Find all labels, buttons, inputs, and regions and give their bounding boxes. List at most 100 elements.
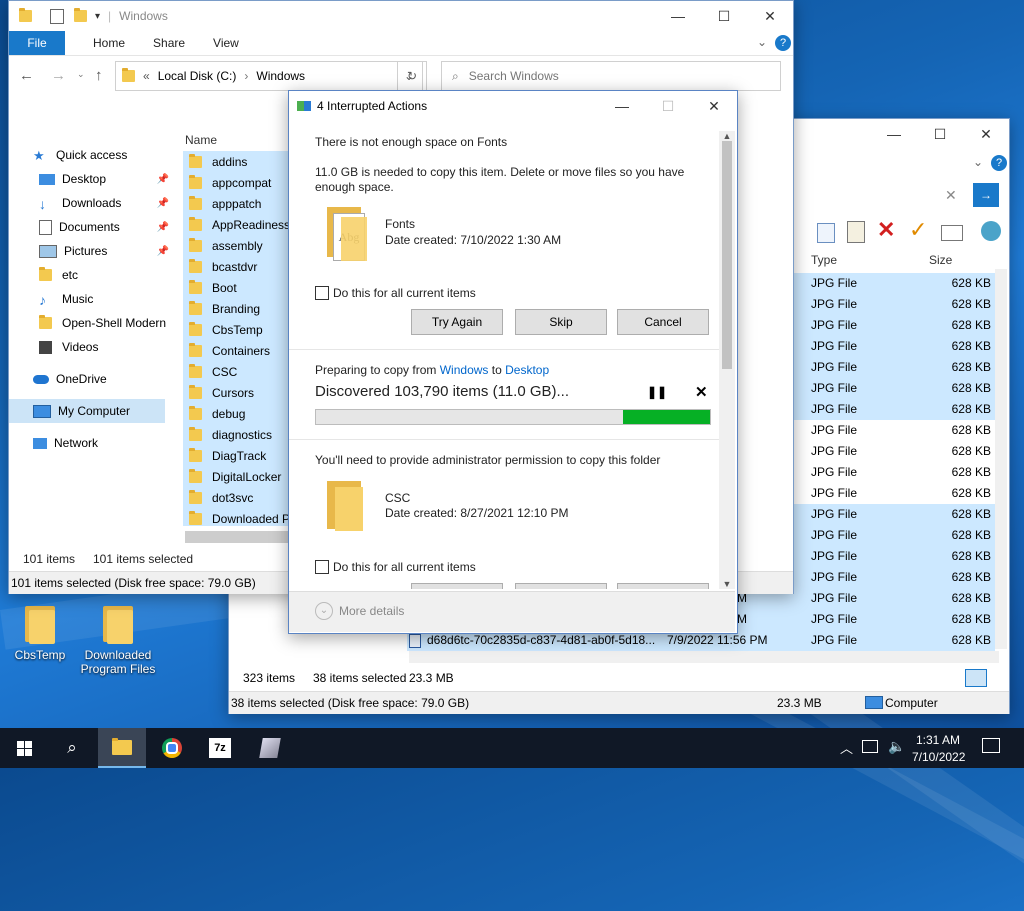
go-arrow-button[interactable]: → — [973, 183, 999, 207]
pause-button[interactable]: ❚❚ — [647, 385, 667, 399]
expand-icon[interactable]: ⌄ — [315, 602, 333, 620]
breadcrumb-prefix[interactable]: « — [143, 69, 150, 83]
scrollbar-thumb[interactable] — [722, 141, 732, 369]
nav-network[interactable]: Network — [9, 431, 179, 455]
help-icon[interactable]: ? — [775, 35, 791, 51]
breadcrumb-local-disk[interactable]: Local Disk (C:) — [158, 69, 237, 83]
help-icon[interactable]: ? — [991, 155, 1007, 171]
back-button[interactable]: ← — [19, 67, 34, 84]
qa-dropdown-icon[interactable]: ▾ — [95, 11, 100, 22]
taskbar-chrome[interactable] — [148, 728, 196, 768]
desktop-icon-cbstemp[interactable]: CbsTemp — [0, 604, 80, 662]
nav-my-computer[interactable]: My Computer — [9, 399, 165, 423]
check-icon[interactable]: ✓ — [909, 217, 927, 243]
start-button[interactable] — [0, 728, 48, 768]
scrollbar-horizontal[interactable] — [185, 531, 289, 543]
tab-home[interactable]: Home — [79, 31, 139, 55]
stop-button[interactable]: ✕ — [695, 383, 708, 401]
close-button[interactable]: ✕ — [691, 91, 737, 121]
copy-icon — [297, 101, 311, 111]
taskbar-7zip[interactable]: 7z — [196, 728, 244, 768]
copy-icon[interactable] — [817, 223, 835, 243]
taskbar-app[interactable] — [246, 728, 294, 768]
forward-button[interactable]: → — [51, 67, 66, 84]
scroll-down-icon[interactable]: ▼ — [719, 579, 735, 589]
new-folder-icon[interactable] — [74, 8, 87, 22]
close-button[interactable]: ✕ — [747, 1, 793, 31]
rename-icon[interactable] — [941, 225, 963, 241]
folder-icon — [112, 737, 132, 755]
nav-documents[interactable]: Documents 📌 — [9, 215, 179, 239]
breadcrumb-windows[interactable]: Windows — [256, 69, 305, 83]
minimize-button[interactable]: — — [655, 1, 701, 31]
recent-dropdown-icon[interactable]: ⌄ — [77, 69, 85, 80]
do-for-all-label[interactable]: Do this for all current items — [333, 286, 476, 300]
qa-properties-icon[interactable] — [50, 8, 64, 24]
scrollbar-vertical[interactable] — [995, 269, 1007, 649]
more-details-link[interactable]: More details — [339, 604, 404, 618]
paste-icon[interactable] — [847, 221, 865, 243]
nav-onedrive[interactable]: OneDrive — [9, 367, 179, 391]
taskbar-file-explorer[interactable] — [98, 728, 146, 768]
interrupted-actions-dialog[interactable]: 4 Interrupted Actions — ☐ ✕ There is not… — [288, 90, 738, 634]
column-header-size[interactable]: Size — [929, 253, 952, 267]
shell-icon[interactable] — [981, 221, 1001, 241]
nav-videos[interactable]: Videos — [9, 335, 179, 359]
details-view-button[interactable] — [965, 669, 987, 687]
search-icon: ⌕ — [452, 68, 459, 83]
nav-music[interactable]: ♪ Music — [9, 287, 179, 311]
nav-quick-access[interactable]: ★ Quick access — [9, 143, 179, 167]
search-button[interactable]: ⌕ — [48, 728, 96, 768]
do-for-all-checkbox[interactable] — [315, 286, 329, 300]
refresh-button[interactable]: ↻ — [397, 61, 427, 91]
progress-fill — [623, 410, 710, 424]
maximize-button[interactable]: ☐ — [645, 91, 691, 121]
scrollbar-horizontal[interactable] — [409, 651, 999, 663]
dialog-footer: ⌄ More details — [289, 591, 735, 632]
nav-etc[interactable]: etc — [9, 263, 179, 287]
notification-icon[interactable] — [982, 738, 1000, 753]
status-items: 323 items — [243, 671, 296, 685]
scroll-up-icon[interactable]: ▲ — [719, 131, 735, 141]
volume-tray-icon[interactable]: 🔈 — [888, 738, 905, 755]
tab-share[interactable]: Share — [139, 31, 199, 55]
up-button[interactable]: ↑ — [95, 67, 103, 84]
nav-pictures[interactable]: Pictures 📌 — [9, 239, 179, 263]
do-for-all-checkbox-2[interactable] — [315, 560, 329, 574]
desktop-icon-downloaded-program-files[interactable]: Downloaded Program Files — [78, 604, 158, 676]
close-button[interactable]: ✕ — [963, 119, 1009, 149]
do-for-all-label-2[interactable]: Do this for all current items — [333, 560, 476, 574]
document-icon — [39, 219, 52, 235]
tray-chevron-icon[interactable]: ︿ — [840, 738, 853, 757]
network-tray-icon[interactable] — [862, 740, 878, 753]
column-header-name[interactable]: Name — [185, 133, 217, 147]
chevron-down-icon[interactable]: ⌄ — [757, 35, 767, 49]
chevron-down-icon[interactable]: ⌄ — [973, 155, 983, 169]
column-header-type[interactable]: Type — [811, 253, 837, 267]
skip-button[interactable]: Skip — [515, 309, 607, 335]
tab-file[interactable]: File — [9, 31, 65, 55]
copy-to-link[interactable]: Desktop — [505, 363, 549, 377]
maximize-button[interactable]: ☐ — [917, 119, 963, 149]
maximize-button[interactable]: ☐ — [701, 1, 747, 31]
title-bar[interactable]: ▾ | Windows — ☐ ✕ — [9, 1, 793, 31]
clock-date[interactable]: 7/10/2022 — [912, 750, 965, 764]
dialog-title-bar[interactable]: 4 Interrupted Actions — ☐ ✕ — [289, 91, 737, 121]
search-clear-icon[interactable]: ✕ — [945, 187, 957, 204]
try-again-button[interactable]: Try Again — [411, 309, 503, 335]
tab-view[interactable]: View — [199, 31, 253, 55]
nav-desktop[interactable]: Desktop 📌 — [9, 167, 179, 191]
folder-icon — [189, 363, 202, 378]
delete-icon[interactable]: ✕ — [877, 217, 895, 243]
nav-downloads[interactable]: ↓ Downloads 📌 — [9, 191, 179, 215]
cancel-button[interactable]: Cancel — [617, 309, 709, 335]
clock-time[interactable]: 1:31 AM — [916, 733, 960, 747]
nav-open-shell[interactable]: Open-Shell Modern — [9, 311, 179, 335]
minimize-button[interactable]: — — [871, 119, 917, 149]
copy-from-link[interactable]: Windows — [440, 363, 489, 377]
dialog-scrollbar[interactable]: ▲ ▼ — [719, 131, 735, 589]
address-bar[interactable]: « Local Disk (C:) › Windows ⌄ — [115, 61, 423, 91]
search-input[interactable]: ⌕ Search Windows — [441, 61, 781, 91]
minimize-button[interactable]: — — [599, 91, 645, 121]
copy-prefix: Preparing to copy from — [315, 363, 437, 377]
